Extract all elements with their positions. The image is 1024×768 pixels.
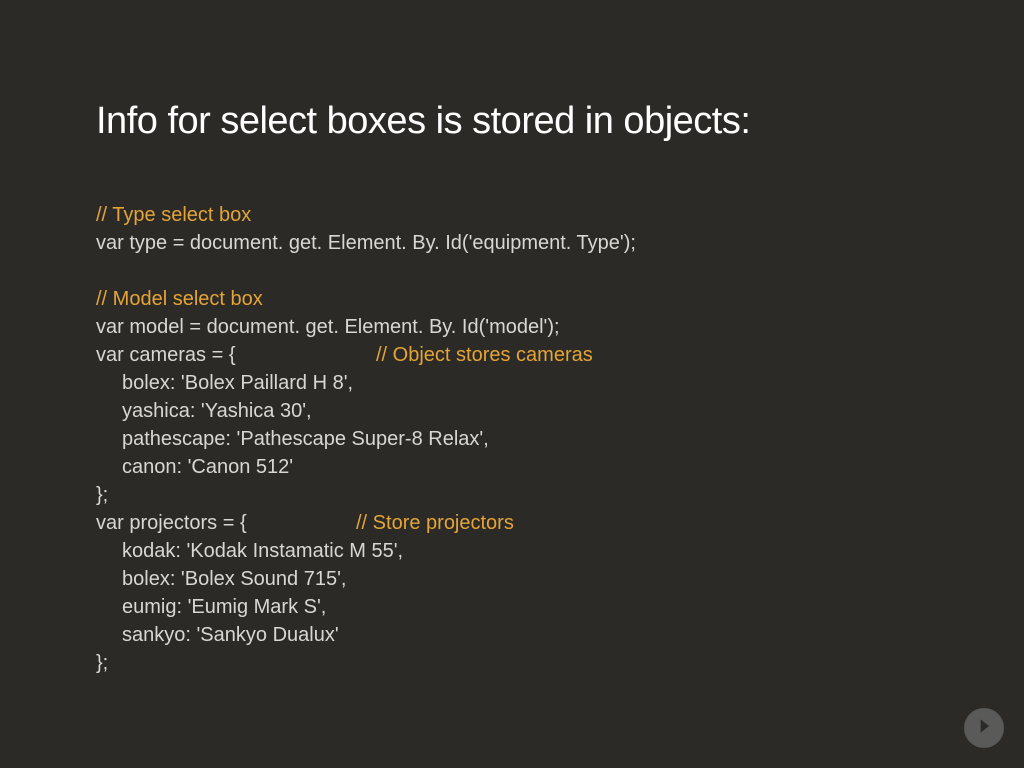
code-line: yashica: 'Yashica 30', [96, 397, 928, 425]
arrow-right-icon [974, 716, 994, 741]
code-comment: // Model select box [96, 288, 263, 310]
code-line: var type = document. get. Element. By. I… [96, 229, 928, 257]
code-line: sankyo: 'Sankyo Dualux' [96, 621, 928, 649]
code-text: var projectors = { [96, 509, 356, 537]
slide-title: Info for select boxes is stored in objec… [96, 100, 928, 143]
code-line: var cameras = {// Object stores cameras [96, 341, 928, 369]
code-line: bolex: 'Bolex Sound 715', [96, 565, 928, 593]
code-block: // Type select box var type = document. … [96, 201, 928, 677]
code-line: }; [96, 481, 928, 509]
code-line: eumig: 'Eumig Mark S', [96, 593, 928, 621]
code-line: pathescape: 'Pathescape Super-8 Relax', [96, 425, 928, 453]
code-comment: // Object stores cameras [376, 344, 593, 366]
code-line: var model = document. get. Element. By. … [96, 313, 928, 341]
code-comment: // Store projectors [356, 512, 514, 534]
code-line: kodak: 'Kodak Instamatic M 55', [96, 537, 928, 565]
code-line: canon: 'Canon 512' [96, 453, 928, 481]
code-line: bolex: 'Bolex Paillard H 8', [96, 369, 928, 397]
code-line: var projectors = {// Store projectors [96, 509, 928, 537]
code-line: }; [96, 649, 928, 677]
slide-content: Info for select boxes is stored in objec… [0, 0, 1024, 677]
next-slide-button[interactable] [964, 708, 1004, 748]
code-section-model: // Model select box var model = document… [96, 285, 928, 677]
code-section-type: // Type select box var type = document. … [96, 201, 928, 257]
code-comment: // Type select box [96, 204, 251, 226]
code-text: var cameras = { [96, 341, 376, 369]
